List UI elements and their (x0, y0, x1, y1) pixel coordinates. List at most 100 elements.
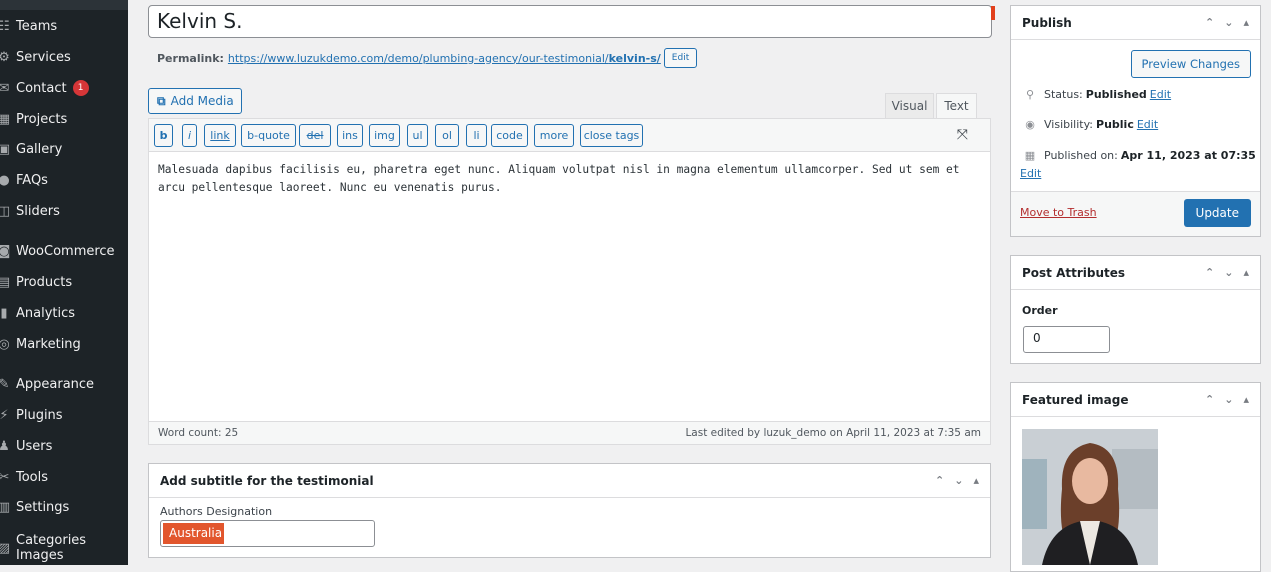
sidebar-item-label: Settings (16, 499, 70, 515)
sidebar-item-label: Marketing (16, 336, 81, 352)
sidebar-item-marketing[interactable]: ◎ Marketing (0, 331, 128, 357)
move-down-icon[interactable]: ⌄ (1224, 266, 1233, 279)
move-up-icon[interactable]: ⌃ (1205, 16, 1214, 29)
collapse-toggle-icon[interactable]: ▴ (1243, 393, 1249, 406)
sidebar-item-sliders[interactable]: ◫ Sliders (0, 198, 128, 224)
add-media-label: Add Media (170, 94, 234, 108)
quicktag-b-quote-button[interactable]: b-quote (241, 124, 296, 147)
move-up-icon[interactable]: ⌃ (1205, 266, 1214, 279)
notification-badge: 1 (72, 80, 89, 96)
move-down-icon[interactable]: ⌄ (1224, 16, 1233, 29)
sidebar-item-contact[interactable]: ✉ Contact 1 (0, 75, 128, 101)
move-to-trash-link[interactable]: Move to Trash (1020, 206, 1097, 219)
sidebar-item-appearance[interactable]: ✎ Appearance (0, 371, 128, 397)
quicktag-more-button[interactable]: more (534, 124, 574, 147)
sidebar-top-band (0, 0, 128, 10)
quicktag-ins-button[interactable]: ins (337, 124, 363, 147)
sidebar-item-plugins[interactable]: ⚡ Plugins (0, 402, 128, 428)
collapse-toggle-icon[interactable]: ▴ (1243, 16, 1249, 29)
quicktag-code-button[interactable]: code (491, 124, 528, 147)
sidebar-item-label: Categories Images (16, 533, 87, 563)
appearance-icon: ✎ (0, 376, 10, 392)
sidebar-item-faqs[interactable]: ● FAQs (0, 167, 128, 193)
eye-icon: ◉ (1025, 118, 1035, 131)
move-up-icon[interactable]: ⌃ (1205, 393, 1214, 406)
fullscreen-icon[interactable]: ⤧ (957, 127, 968, 143)
sidebar-item-projects[interactable]: ▦ Projects (0, 106, 128, 132)
quicktag-img-button[interactable]: img (369, 124, 400, 147)
users-icon: ♟ (0, 438, 10, 454)
quicktag-ul-button[interactable]: ul (407, 124, 428, 147)
editor-content-textarea[interactable]: Malesuada dapibus facilisis eu, pharetra… (158, 161, 983, 197)
quicktag-b-button[interactable]: b (154, 124, 173, 147)
move-down-icon[interactable]: ⌄ (954, 474, 963, 487)
permalink-link[interactable]: https://www.luzukdemo.com/demo/plumbing-… (228, 52, 661, 65)
sidebar-item-label: Products (16, 274, 73, 290)
permalink-label: Permalink: (157, 51, 224, 65)
media-icon: ⧉ (157, 93, 166, 108)
permalink-base: https://www.luzukdemo.com/demo/plumbing-… (227, 51, 609, 65)
post-title-input[interactable]: Kelvin S. (148, 5, 992, 38)
move-up-icon[interactable]: ⌃ (935, 474, 944, 487)
status-edit-link[interactable]: Edit (1150, 88, 1171, 101)
quicktag-ol-button[interactable]: ol (435, 124, 459, 147)
quicktag-del-button[interactable]: del (299, 124, 331, 147)
tab-visual[interactable]: Visual (885, 93, 934, 118)
move-down-icon[interactable]: ⌄ (1224, 393, 1233, 406)
quicktag-link-button[interactable]: link (204, 124, 236, 147)
order-input[interactable]: 0 (1023, 326, 1110, 353)
featured-image-metabox: Featured image ⌃ ⌄ ▴ (1010, 382, 1261, 572)
subtitle-metabox-title: Add subtitle for the testimonial (160, 473, 374, 488)
featured-image-thumbnail[interactable] (1022, 429, 1158, 565)
sidebar-item-teams[interactable]: ☷ Teams (0, 13, 128, 39)
categories-images-icon: ▨ (0, 540, 11, 556)
status-row: ⚲ Status: Published Edit (1022, 88, 1171, 101)
designation-input[interactable]: Australia (160, 520, 375, 547)
sidebar-item-label: Plugins (16, 407, 63, 423)
plugins-icon: ⚡ (0, 407, 9, 423)
published-value: Apr 11, 2023 at 07:35 (1120, 149, 1256, 162)
sidebar-item-gallery[interactable]: ▣ Gallery (0, 136, 128, 162)
published-edit-link[interactable]: Edit (1020, 167, 1041, 180)
gallery-icon: ▣ (0, 141, 11, 157)
featured-title: Featured image (1022, 392, 1129, 407)
email-icon: ✉ (0, 80, 10, 96)
sidebar-item-services[interactable]: ⚙ Services (0, 44, 128, 70)
collapse-toggle-icon[interactable]: ▴ (973, 474, 979, 487)
sliders-icon: ◫ (0, 203, 11, 219)
permalink-edit-button[interactable]: Edit (663, 48, 698, 68)
sidebar-item-users[interactable]: ♟ Users (0, 433, 128, 459)
quicktag-close-tags-button[interactable]: close tags (580, 124, 643, 147)
calendar-icon: ▦ (1024, 149, 1036, 162)
last-edited: Last edited by luzuk_demo on April 11, 2… (685, 427, 981, 439)
quicktag-li-button[interactable]: li (466, 124, 487, 147)
sidebar-item-products[interactable]: ▤ Products (0, 269, 128, 295)
tab-text[interactable]: Text (936, 93, 977, 118)
publish-title: Publish (1022, 15, 1072, 30)
visibility-edit-link[interactable]: Edit (1137, 118, 1158, 131)
publish-actions: Move to Trash Update (1011, 191, 1260, 236)
attributes-header: Post Attributes ⌃ ⌄ ▴ (1011, 256, 1260, 290)
add-media-button[interactable]: ⧉ Add Media (148, 88, 242, 114)
word-count: Word count: 25 (158, 427, 239, 439)
portrait-image (1022, 429, 1158, 565)
quicktag-i-button[interactable]: i (182, 124, 197, 147)
sidebar-item-label: FAQs (16, 172, 48, 188)
sidebar-item-tools[interactable]: ✂ Tools (0, 464, 128, 490)
sidebar-item-label: WooCommerce (16, 243, 115, 259)
designation-value: Australia (163, 523, 225, 544)
settings-icon: ▥ (0, 499, 11, 515)
sidebar-item-settings[interactable]: ▥ Settings (0, 494, 128, 520)
sidebar-item-label: Projects (16, 111, 68, 127)
editor-status-bar: Word count: 25 Last edited by luzuk_demo… (149, 421, 990, 444)
projects-icon: ▦ (0, 111, 11, 127)
analytics-icon: ▮ (0, 305, 8, 321)
sidebar-item-analytics[interactable]: ▮ Analytics (0, 300, 128, 326)
text-editor: b i link b-quote del ins img ul ol li code more clos… (148, 118, 991, 445)
woocommerce-icon: ◙ (0, 243, 11, 259)
sidebar-item-categories-images[interactable]: ▨ Categories Images (0, 530, 128, 566)
preview-changes-button[interactable]: Preview Changes (1130, 50, 1251, 78)
collapse-toggle-icon[interactable]: ▴ (1243, 266, 1249, 279)
sidebar-item-woocommerce[interactable]: ◙ WooCommerce (0, 238, 128, 264)
update-button[interactable]: Update (1183, 199, 1251, 227)
